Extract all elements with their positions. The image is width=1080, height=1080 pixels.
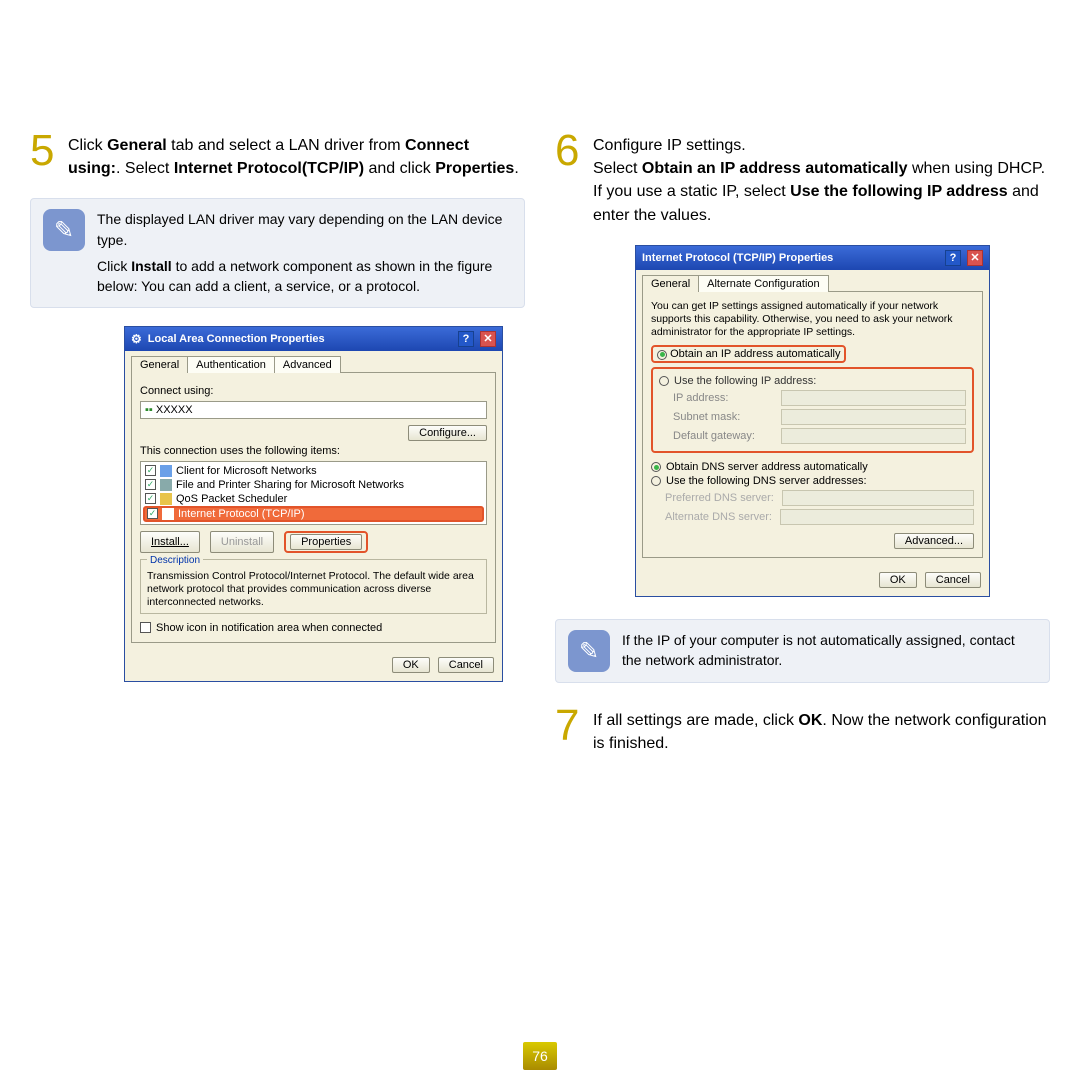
dialog-blurb: You can get IP settings assigned automat… bbox=[651, 300, 974, 339]
list-item[interactable]: ✓ Client for Microsoft Networks bbox=[143, 464, 484, 478]
step-6-text: Configure IP settings. Select Obtain an … bbox=[593, 130, 1050, 227]
ip-address-row: IP address: bbox=[673, 390, 966, 406]
connect-using-label: Connect using: bbox=[140, 385, 487, 397]
step-5-text: Click General tab and select a LAN drive… bbox=[68, 130, 525, 180]
radio-obtain-dns[interactable] bbox=[651, 462, 661, 472]
ok-button[interactable]: OK bbox=[392, 657, 430, 673]
qos-icon bbox=[160, 493, 172, 505]
help-button[interactable]: ? bbox=[458, 331, 474, 347]
step-7: 7 If all settings are made, click OK. No… bbox=[555, 705, 1050, 755]
uninstall-button: Uninstall bbox=[210, 531, 274, 553]
network-icon: ⚙ bbox=[131, 332, 142, 346]
dialog-titlebar: ⚙ Local Area Connection Properties ? ✕ bbox=[125, 327, 502, 351]
properties-button[interactable]: Properties bbox=[290, 534, 362, 550]
subnet-field[interactable] bbox=[781, 409, 966, 425]
gateway-field[interactable] bbox=[781, 428, 966, 444]
step-number: 6 bbox=[555, 130, 585, 227]
close-button[interactable]: ✕ bbox=[480, 331, 496, 347]
local-area-connection-dialog: ⚙ Local Area Connection Properties ? ✕ G… bbox=[124, 326, 503, 682]
pencil-icon: ✎ bbox=[43, 209, 85, 251]
radio-use-ip[interactable] bbox=[659, 376, 669, 386]
obtain-ip-highlight: Obtain an IP address automatically bbox=[651, 345, 846, 363]
gateway-row: Default gateway: bbox=[673, 428, 966, 444]
note2-text: If the IP of your computer is not automa… bbox=[622, 630, 1037, 672]
preferred-dns-row: Preferred DNS server: bbox=[665, 490, 974, 506]
description-group: Description Transmission Control Protoco… bbox=[140, 559, 487, 614]
tab-advanced[interactable]: Advanced bbox=[274, 356, 341, 373]
note1-line2: Click Install to add a network component… bbox=[97, 256, 512, 297]
tcpip-properties-dialog: Internet Protocol (TCP/IP) Properties ? … bbox=[635, 245, 990, 597]
description-label: Description bbox=[147, 555, 203, 566]
tab-authentication[interactable]: Authentication bbox=[187, 356, 275, 373]
connect-using-device[interactable]: ▪▪ XXXXX bbox=[140, 401, 487, 419]
alternate-dns-field[interactable] bbox=[780, 509, 974, 525]
tab-general[interactable]: General bbox=[642, 275, 699, 292]
checkbox-icon[interactable]: ✓ bbox=[145, 465, 156, 476]
show-icon-checkbox-row[interactable]: Show icon in notification area when conn… bbox=[140, 622, 487, 634]
step-number: 7 bbox=[555, 705, 585, 755]
list-item[interactable]: ✓ File and Printer Sharing for Microsoft… bbox=[143, 478, 484, 492]
advanced-button[interactable]: Advanced... bbox=[894, 533, 974, 549]
cancel-button[interactable]: Cancel bbox=[925, 572, 981, 588]
alternate-dns-row: Alternate DNS server: bbox=[665, 509, 974, 525]
cancel-button[interactable]: Cancel bbox=[438, 657, 494, 673]
page-number: 76 bbox=[523, 1042, 557, 1070]
list-item[interactable]: ✓ QoS Packet Scheduler bbox=[143, 492, 484, 506]
radio-use-dns[interactable] bbox=[651, 476, 661, 486]
note-lan-driver: ✎ The displayed LAN driver may vary depe… bbox=[30, 198, 525, 307]
preferred-dns-field[interactable] bbox=[782, 490, 974, 506]
radio-obtain-ip[interactable] bbox=[657, 350, 667, 360]
printer-icon bbox=[160, 479, 172, 491]
step-number: 5 bbox=[30, 130, 60, 180]
dialog-titlebar: Internet Protocol (TCP/IP) Properties ? … bbox=[636, 246, 989, 270]
step-7-text: If all settings are made, click OK. Now … bbox=[593, 705, 1050, 755]
description-text: Transmission Control Protocol/Internet P… bbox=[147, 570, 480, 609]
client-icon bbox=[160, 465, 172, 477]
configure-button[interactable]: Configure... bbox=[408, 425, 487, 441]
checkbox-icon[interactable]: ✓ bbox=[145, 479, 156, 490]
note-ip-not-assigned: ✎ If the IP of your computer is not auto… bbox=[555, 619, 1050, 683]
ok-button[interactable]: OK bbox=[879, 572, 917, 588]
help-button[interactable]: ? bbox=[945, 250, 961, 266]
checkbox-icon[interactable] bbox=[140, 622, 151, 633]
note1-line1: The displayed LAN driver may vary depend… bbox=[97, 209, 512, 250]
tab-alternate-config[interactable]: Alternate Configuration bbox=[698, 275, 829, 292]
dialog-title: Internet Protocol (TCP/IP) Properties bbox=[642, 252, 833, 264]
connection-items-list[interactable]: ✓ Client for Microsoft Networks ✓ File a… bbox=[140, 461, 487, 525]
install-button[interactable]: Install... bbox=[140, 531, 200, 553]
list-item-tcpip[interactable]: ✓ Internet Protocol (TCP/IP) bbox=[143, 506, 484, 522]
step-5: 5 Click General tab and select a LAN dri… bbox=[30, 130, 525, 180]
checkbox-icon[interactable]: ✓ bbox=[147, 508, 158, 519]
ip-address-field[interactable] bbox=[781, 390, 966, 406]
static-ip-group: Use the following IP address: IP address… bbox=[651, 367, 974, 453]
subnet-row: Subnet mask: bbox=[673, 409, 966, 425]
checkbox-icon[interactable]: ✓ bbox=[145, 493, 156, 504]
pencil-icon: ✎ bbox=[568, 630, 610, 672]
tab-general[interactable]: General bbox=[131, 356, 188, 373]
nic-icon: ▪▪ bbox=[145, 404, 153, 416]
close-button[interactable]: ✕ bbox=[967, 250, 983, 266]
properties-highlight: Properties bbox=[284, 531, 368, 553]
step-6: 6 Configure IP settings. Select Obtain a… bbox=[555, 130, 1050, 227]
uses-items-label: This connection uses the following items… bbox=[140, 445, 487, 457]
tcpip-icon bbox=[162, 508, 174, 520]
dialog-title: Local Area Connection Properties bbox=[148, 333, 325, 345]
